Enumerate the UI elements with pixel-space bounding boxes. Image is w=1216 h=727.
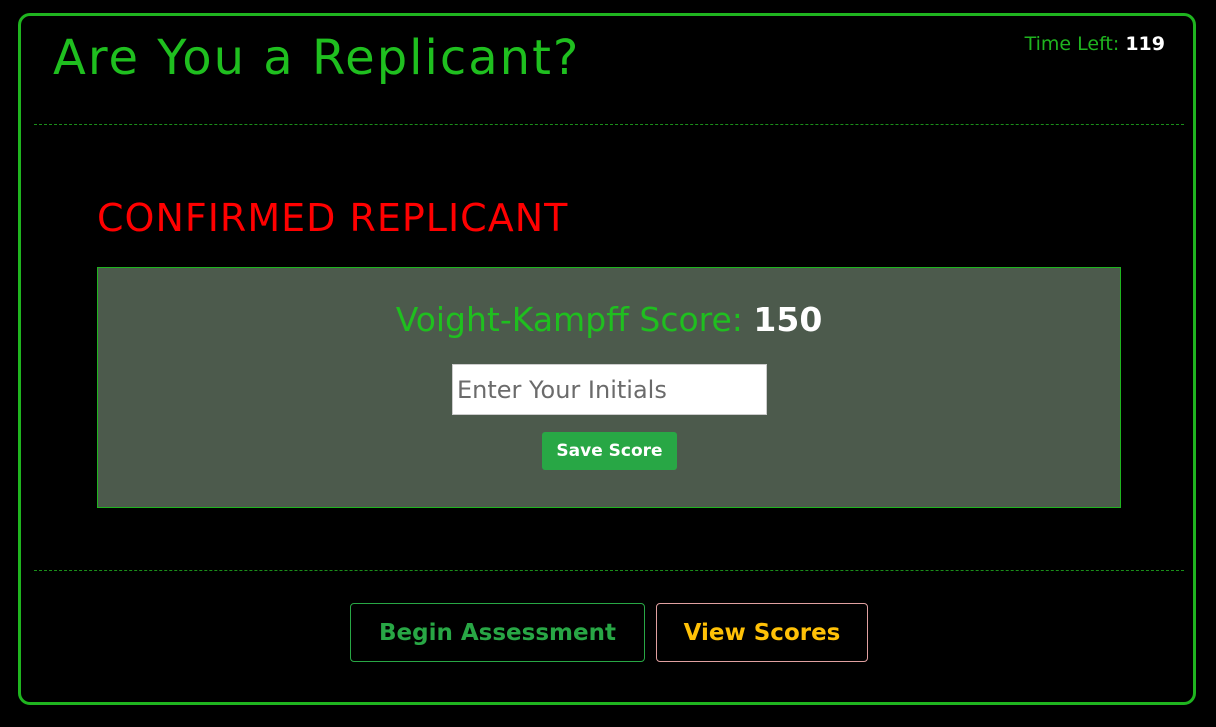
page-title: Are You a Replicant? (53, 30, 581, 86)
score-label: Voight-Kampff Score: (395, 300, 743, 339)
begin-assessment-button[interactable]: Begin Assessment (350, 603, 645, 662)
score-panel: Voight-Kampff Score: 150 Save Score (97, 267, 1121, 508)
score-line: Voight-Kampff Score: 150 (98, 298, 1120, 342)
score-value: 150 (753, 300, 823, 339)
result-heading: CONFIRMED REPLICANT (97, 196, 569, 240)
save-score-button[interactable]: Save Score (542, 432, 677, 470)
timer-value: 119 (1125, 33, 1165, 55)
view-scores-button[interactable]: View Scores (656, 603, 868, 662)
footer-divider (34, 570, 1184, 571)
initials-input[interactable] (452, 364, 767, 415)
timer-label: Time Left: (1024, 33, 1120, 55)
timer: Time Left: 119 (1025, 32, 1165, 56)
header-divider (34, 124, 1184, 125)
